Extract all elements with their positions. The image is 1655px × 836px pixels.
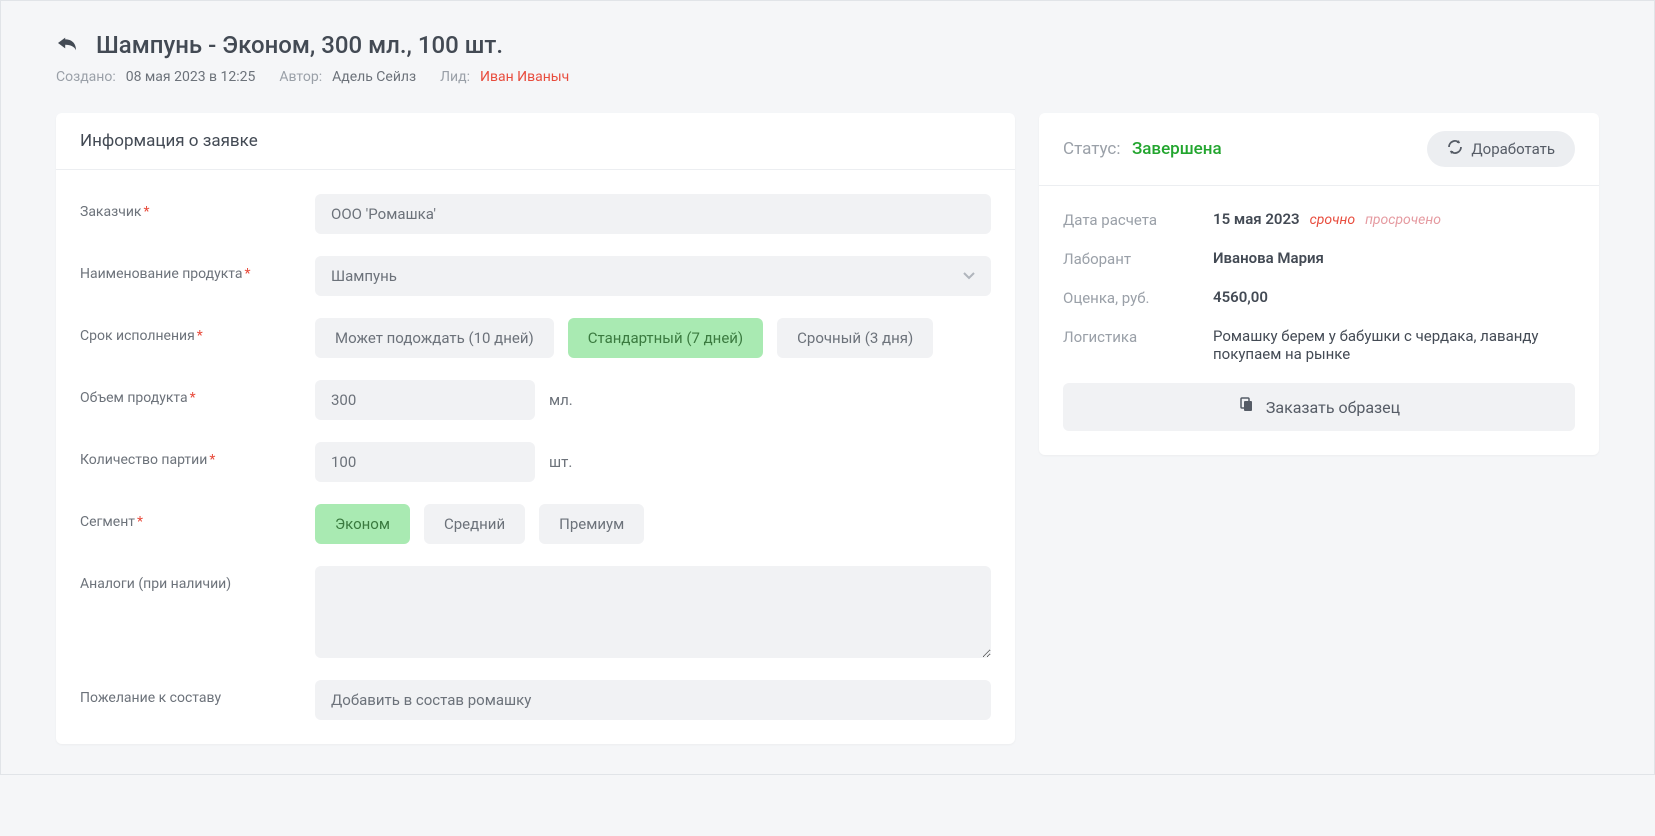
- deadline-option-wait[interactable]: Может подождать (10 дней): [315, 318, 554, 358]
- refine-button-label: Доработать: [1471, 140, 1555, 158]
- segment-option-econom[interactable]: Эконом: [315, 504, 410, 544]
- calc-date-value: 15 мая 2023: [1213, 210, 1300, 228]
- deadline-option-standard[interactable]: Стандартный (7 дней): [568, 318, 763, 358]
- calc-date-label: Дата расчета: [1063, 210, 1213, 229]
- price-label: Оценка, руб.: [1063, 288, 1213, 307]
- wish-label: Пожелание к составу: [80, 680, 315, 706]
- qty-unit: шт.: [549, 453, 572, 471]
- customer-input[interactable]: [315, 194, 991, 234]
- status-card: Статус: Завершена Доработать Дата расчет…: [1039, 113, 1599, 455]
- product-select[interactable]: [315, 256, 991, 296]
- volume-input[interactable]: [315, 380, 535, 420]
- logistics-value: Ромашку берем у бабушки с чердака, лаван…: [1213, 327, 1575, 363]
- request-info-card: Информация о заявке Заказчик* Наименован…: [56, 113, 1015, 744]
- order-sample-button[interactable]: Заказать образец: [1063, 383, 1575, 431]
- tag-overdue: просрочено: [1365, 212, 1441, 228]
- author-value: Адель Сейлз: [332, 69, 416, 85]
- refine-button[interactable]: Доработать: [1427, 131, 1575, 167]
- qty-label: Количество партии*: [80, 442, 315, 468]
- page-title: Шампунь - Эконом, 300 мл., 100 шт.: [96, 31, 503, 59]
- analogs-textarea[interactable]: [315, 566, 991, 658]
- deadline-option-urgent[interactable]: Срочный (3 дня): [777, 318, 933, 358]
- price-value: 4560,00: [1213, 288, 1268, 306]
- volume-label: Объем продукта*: [80, 380, 315, 406]
- lead-label: Лид:: [440, 69, 470, 85]
- copy-icon: [1238, 397, 1254, 417]
- author-label: Автор:: [279, 69, 322, 85]
- deadline-label: Срок исполнения*: [80, 318, 315, 344]
- customer-label: Заказчик*: [80, 194, 315, 220]
- logistics-label: Логистика: [1063, 327, 1213, 346]
- volume-unit: мл.: [549, 391, 573, 409]
- lab-value: Иванова Мария: [1213, 249, 1324, 267]
- order-sample-label: Заказать образец: [1266, 398, 1400, 417]
- tag-urgent: срочно: [1310, 212, 1355, 228]
- request-info-title: Информация о заявке: [80, 131, 258, 151]
- product-label: Наименование продукта*: [80, 256, 315, 282]
- wish-input[interactable]: [315, 680, 991, 720]
- lab-label: Лаборант: [1063, 249, 1213, 268]
- status-value: Завершена: [1132, 139, 1222, 159]
- status-label: Статус:: [1063, 139, 1120, 159]
- lead-link[interactable]: Иван Иваныч: [480, 69, 569, 85]
- segment-option-mid[interactable]: Средний: [424, 504, 525, 544]
- analogs-label: Аналоги (при наличии): [80, 566, 315, 592]
- back-button[interactable]: [56, 34, 78, 57]
- created-label: Создано:: [56, 69, 116, 85]
- reply-arrow-icon: [56, 34, 78, 52]
- meta-row: Создано: 08 мая 2023 в 12:25 Автор: Адел…: [56, 69, 1599, 85]
- segment-label: Сегмент*: [80, 504, 315, 530]
- refresh-icon: [1447, 139, 1463, 159]
- segment-option-premium[interactable]: Премиум: [539, 504, 644, 544]
- qty-input[interactable]: [315, 442, 535, 482]
- created-value: 08 мая 2023 в 12:25: [126, 69, 256, 85]
